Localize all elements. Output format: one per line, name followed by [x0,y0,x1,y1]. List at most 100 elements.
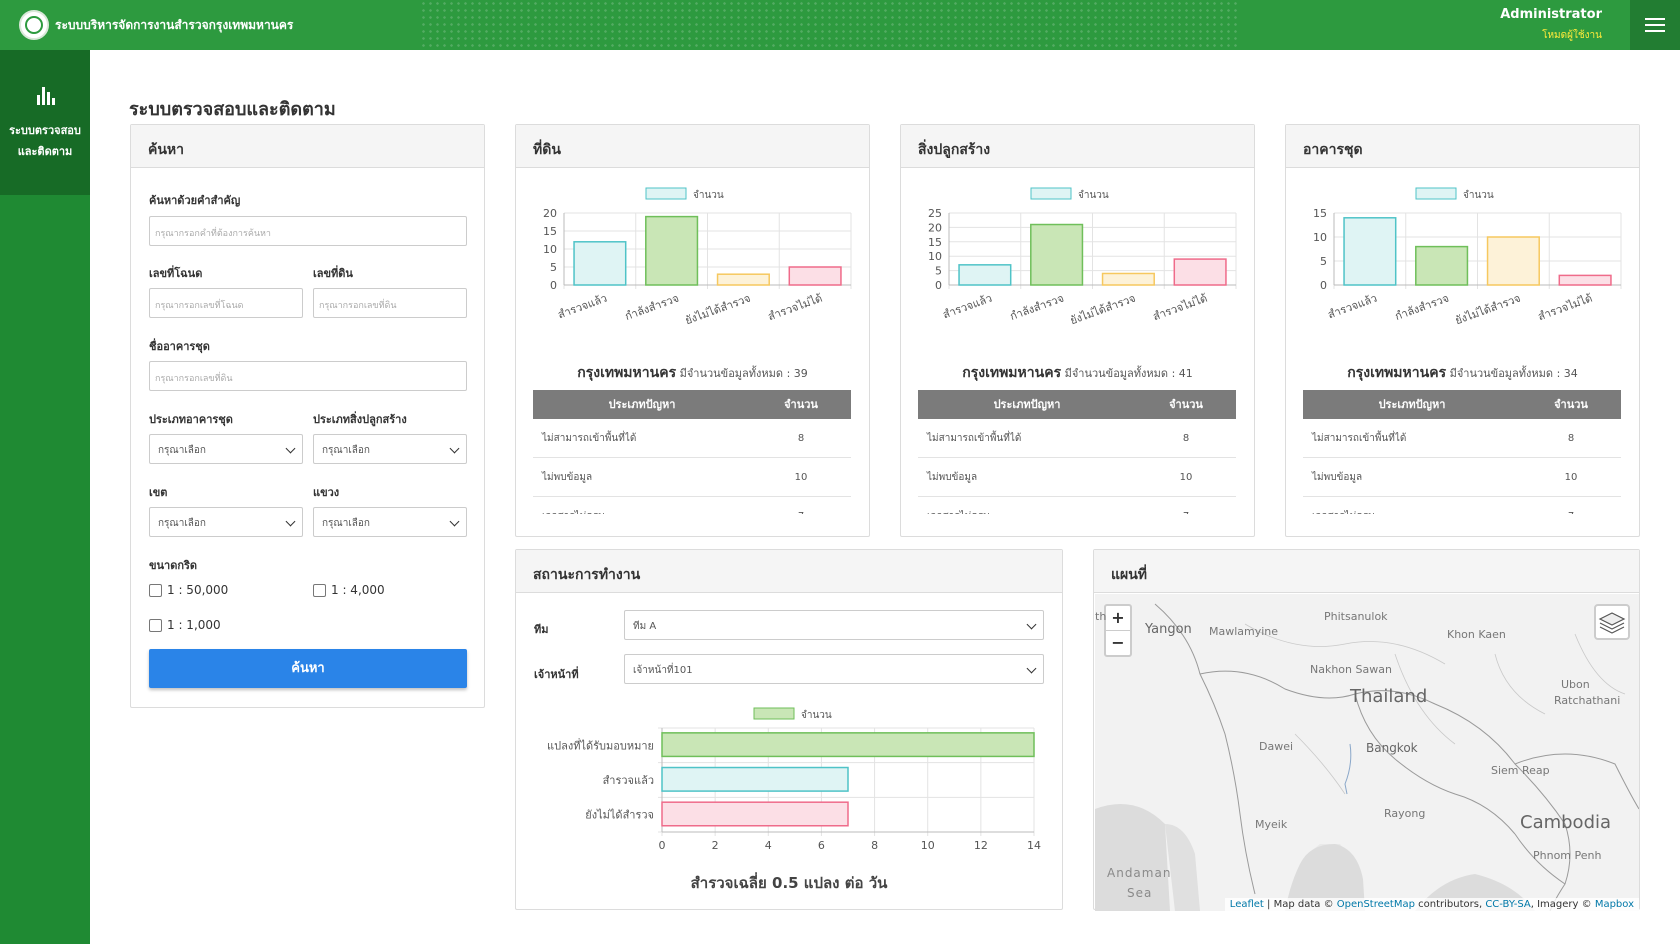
cc-by-sa-link[interactable]: CC-BY-SA [1485,899,1530,910]
app-title[interactable]: ระบบบริหารจัดการงานสำรวจกรุงเทพมหานคร [55,16,293,35]
bar [1415,245,1469,286]
bar [661,766,849,792]
map-label: Bangkok [1366,741,1418,755]
y-tick-label: 5 [935,265,942,278]
bar [573,241,627,286]
map-label: Myeik [1255,818,1288,831]
y-tick-label: 15 [543,225,557,238]
land-number-input[interactable]: กรุณากรอกเลขที่ดิน [313,288,467,318]
x-tick-label: ยังไม่ได้สำรวจ [1068,292,1137,328]
x-tick-label: กำลังสำรวจ [1008,292,1065,323]
building-type-select[interactable]: กรุณาเลือก [313,434,467,464]
team-select[interactable]: ทีม A [624,610,1044,640]
condo-name-input[interactable]: กรุณากรอกเลขที่ดิน [149,361,467,391]
y-tick-label: 5 [550,261,557,274]
district-select[interactable]: กรุณาเลือก [149,507,303,537]
table-row[interactable]: เอกสารไม่ครบ7 [918,497,1236,514]
map-label: Cambodia [1520,812,1612,833]
grid-4000-checkbox[interactable]: 1 : 4,000 [313,583,385,597]
y-tick-label: 10 [543,243,557,256]
zoom-in-button[interactable]: + [1106,606,1130,631]
sidebar: ระบบตรวจสอบ และติดตาม [0,50,90,944]
y-tick-label: ยังไม่ได้สำรวจ [585,809,654,822]
y-tick-label: 0 [1320,279,1327,292]
zoom-out-button[interactable]: − [1106,631,1130,656]
map-label: Ratchathani [1554,694,1621,707]
map-label: Siem Reap [1491,764,1550,777]
deed-number-label: เลขที่โฉนด [149,267,203,280]
condo-type-label: ประเภทอาคารชุด [149,413,233,426]
osm-link[interactable]: OpenStreetMap [1337,899,1415,910]
bar-chart-icon [37,87,55,105]
map-label: Thailand [1350,686,1428,707]
chevron-down-icon [285,443,296,454]
legend-label: จำนวน [1078,190,1109,201]
hamburger-menu-icon[interactable] [1630,0,1680,50]
sidebar-item-monitoring[interactable]: ระบบตรวจสอบ และติดตาม [0,50,90,195]
x-tick-label: 8 [871,839,878,852]
bar [1173,258,1227,286]
legend-label: จำนวน [801,710,832,721]
table-row[interactable]: ไม่พบข้อมูล 10 [918,458,1236,497]
map-label: Nakhon Sawan [1310,663,1392,676]
subdistrict-label: แขวง [313,486,340,499]
keyword-input[interactable]: กรุณากรอกคำที่ต้องการค้นหา [149,216,467,246]
legend-label: จำนวน [1463,190,1494,201]
mapbox-link[interactable]: Mapbox [1595,899,1634,910]
table-row[interactable]: เอกสารไม่ครบ7 [1303,497,1621,514]
x-tick-label: 14 [1027,839,1041,852]
table-row[interactable]: เอกสารไม่ครบ7 [533,497,851,514]
y-tick-label: 10 [928,250,942,263]
table-row[interactable]: ไม่สามารถเข้าพื้นที่ได้ 8 [1303,419,1621,458]
condo-bar-chart: จำนวน 0 5 10 15 สำรวจแล้ว กำลังสำรวจ ยังไม่ได้ส… [1313,187,1622,328]
bar [1558,274,1612,286]
grid-size-label: ขนาดกริด [149,559,198,572]
building-problem-table: ประเภทปัญหา จำนวน ไม่สามารถเข้าพื้นที่ได้… [918,390,1236,514]
grid-50000-checkbox[interactable]: 1 : 50,000 [149,583,228,597]
legend-swatch [1415,187,1457,200]
map-view[interactable]: + − th Yangon Mawlamyine Phitsanulok Kho… [1095,594,1639,911]
bar [661,801,849,827]
x-tick-label: 4 [765,839,772,852]
chevron-down-icon [449,443,460,454]
map-attribution: Leaflet | Map data © OpenStreetMap contr… [1224,898,1639,911]
land-bar-chart: จำนวน 0 5 10 15 20 สำรวจแล้ว กำลังสำรวจ ยังไม่ได… [543,187,852,327]
map-label: Ubon [1561,678,1590,691]
map-label: Sea [1127,886,1153,900]
layers-icon[interactable] [1594,604,1630,640]
x-tick-label: ยังไม่ได้สำรวจ [1453,292,1522,328]
subdistrict-select[interactable]: กรุณาเลือก [313,507,467,537]
y-tick-label: 20 [928,221,942,234]
y-tick-label: 25 [928,207,942,220]
legend-swatch [1030,187,1072,200]
keyword-label: ค้นหาด้วยคำสำคัญ [149,194,241,207]
officer-label: เจ้าหน้าที่ [534,668,579,681]
condo-type-select[interactable]: กรุณาเลือก [149,434,303,464]
x-tick-label: 12 [974,839,988,852]
land-number-label: เลขที่ดิน [313,267,353,280]
district-label: เขต [149,486,168,499]
officer-select[interactable]: เจ้าหน้าที่101 [624,654,1044,684]
search-button[interactable]: ค้นหา [149,649,467,688]
zoom-control: + − [1104,604,1132,657]
user-name[interactable]: Administrator [1500,7,1602,22]
leaflet-link[interactable]: Leaflet [1230,899,1264,910]
bar [1101,272,1155,286]
legend-label: จำนวน [693,190,724,201]
table-row[interactable]: ไม่สามารถเข้าพื้นที่ได้ 8 [533,419,851,458]
map-panel: แผนที่ + − th Yangon Mawlamyine Phitsanu… [1093,549,1640,911]
grid-1000-checkbox[interactable]: 1 : 1,000 [149,618,221,632]
table-row[interactable]: ไม่พบข้อมูล 10 [533,458,851,497]
deed-number-input[interactable]: กรุณากรอกเลขที่โฉนด [149,288,303,318]
x-tick-label: 6 [818,839,825,852]
search-panel: ค้นหา ค้นหาด้วยคำสำคัญ กรุณากรอกคำที่ต้อ… [130,124,485,708]
table-row[interactable]: ไม่พบข้อมูล 10 [1303,458,1621,497]
map-label: Rayong [1384,807,1426,820]
table-row[interactable]: ไม่สามารถเข้าพื้นที่ได้ 8 [918,419,1236,458]
x-tick-label: กำลังสำรวจ [1393,292,1450,323]
bar [1030,223,1084,286]
y-tick-label: 15 [928,236,942,249]
map-label: Khon Kaen [1447,628,1506,641]
table-header: ประเภทปัญหา จำนวน [1303,390,1621,419]
bma-logo-icon[interactable] [19,10,49,40]
